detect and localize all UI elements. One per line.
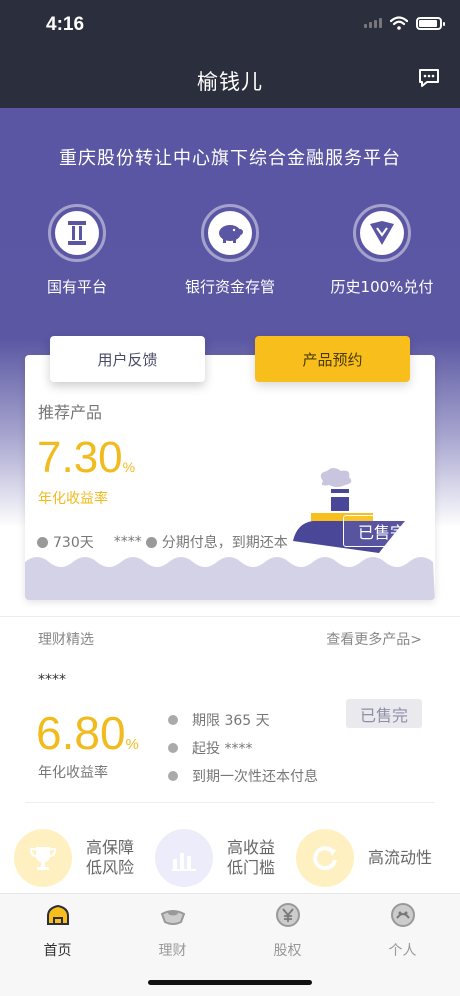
top-bar: 4:16 榆钱儿 [0, 0, 460, 108]
piggy-bank-icon [219, 225, 243, 243]
feature-line2: 低风险 [86, 858, 135, 877]
sold-out-badge: 已售完 [343, 515, 421, 547]
bottom-feature-safety: 高保障 低风险 [14, 828, 134, 888]
feature-line1: 高流动性 [368, 848, 433, 867]
feature-bank-custody: 银行资金存管 [155, 204, 305, 297]
selected-title: 理财精选 [38, 632, 94, 648]
recommended-repayment: 分期付息，到期还本 [161, 535, 288, 551]
tab-label: 理财 [158, 943, 187, 959]
home-indicator [148, 980, 312, 985]
ship-illustration [293, 468, 405, 553]
bottom-feature-liquidity: 高流动性 [296, 828, 432, 888]
sold-out-badge: 已售完 [346, 699, 422, 728]
feature-label: 国有平台 [46, 278, 107, 296]
status-icons [364, 16, 445, 30]
tab-home[interactable]: 首页 [0, 902, 115, 960]
recommended-rate-label: 年化收益率 [38, 491, 108, 507]
feature-line2: 低门槛 [227, 858, 276, 877]
recommended-heading: 推荐产品 [38, 403, 103, 422]
status-time: 4:16 [46, 14, 85, 35]
feature-label: 历史100%兑付 [330, 278, 434, 296]
recommended-product-card[interactable]: 推荐产品 7.30% 年化收益率 730天 **** 分期付息，到期还本 已售完 [25, 355, 435, 600]
view-more-link[interactable]: 查看更多产品> [326, 629, 422, 649]
feature-state-owned: 国有平台 [2, 204, 152, 297]
feature-full-payout: 历史100%兑付 [307, 204, 457, 297]
recommended-meta: 730天 **** 分期付息，到期还本 [37, 532, 288, 552]
selected-repayment: 到期一次性还本付息 [168, 766, 318, 786]
recommended-term: 730天 [53, 535, 94, 551]
tab-label: 首页 [43, 943, 72, 959]
product-name: **** [38, 672, 66, 688]
feature-line1: 高保障 [86, 838, 135, 857]
wave-decoration [25, 557, 435, 600]
bottom-feature-yield: 高收益 低门槛 [155, 828, 275, 888]
bar-chart-icon [172, 853, 196, 871]
reserve-button[interactable]: 产品预约 [255, 336, 410, 382]
tab-wealth[interactable]: 理财 [115, 902, 230, 960]
recommended-rate: 7.30% [37, 433, 136, 482]
tab-label: 股权 [273, 943, 302, 959]
selected-rate-label: 年化收益率 [38, 765, 108, 781]
divider [25, 802, 435, 803]
feature-line1: 高收益 [227, 838, 276, 857]
pillar-icon [68, 221, 86, 245]
selected-min-invest: 起投 **** [168, 738, 252, 758]
tab-profile[interactable]: 个人 [345, 902, 460, 960]
refresh-icon [313, 846, 337, 871]
page-title: 榆钱儿 [197, 70, 263, 94]
wifi-icon [390, 16, 408, 30]
yuan-coin-icon [275, 903, 300, 927]
hero-title: 重庆股份转让中心旗下综合金融服务平台 [59, 148, 401, 169]
user-icon [390, 903, 415, 927]
trophy-icon [29, 847, 57, 870]
feedback-button[interactable]: 用户反馈 [50, 336, 205, 382]
selected-period: 期限 365 天 [168, 710, 270, 730]
chat-bubble-icon[interactable] [418, 68, 440, 88]
selected-section-header: 理财精选 查看更多产品> [0, 616, 460, 656]
tab-label: 个人 [388, 943, 417, 959]
feature-label: 银行资金存管 [184, 278, 275, 296]
shield-check-icon [370, 221, 394, 245]
selected-rate: 6.80% [36, 707, 139, 759]
signal-icon [364, 18, 382, 28]
home-icon [46, 904, 69, 925]
recommended-masked: **** [113, 534, 142, 550]
battery-icon [416, 16, 445, 30]
ingot-icon [160, 910, 185, 925]
tab-equity[interactable]: 股权 [230, 902, 345, 960]
